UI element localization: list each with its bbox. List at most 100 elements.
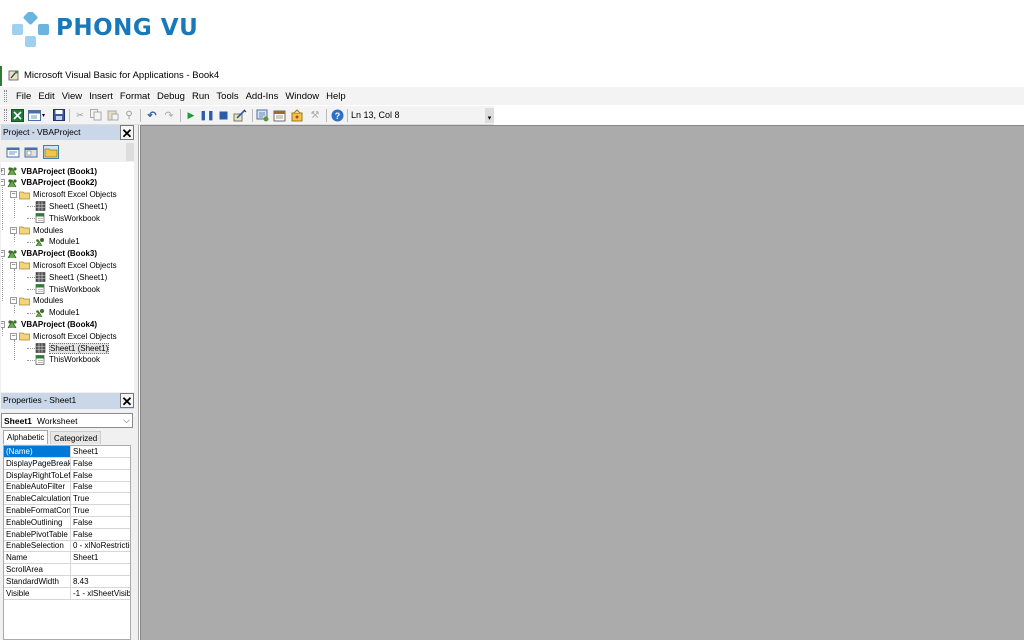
toolbar-grip[interactable]	[4, 109, 7, 121]
properties-window-icon[interactable]	[273, 108, 287, 122]
project-toolbar-scroll[interactable]	[126, 143, 134, 161]
close-icon[interactable]: ✕	[120, 393, 134, 409]
design-mode-icon[interactable]	[233, 108, 247, 122]
menu-edit[interactable]: Edit	[35, 87, 58, 105]
collapse-icon[interactable]: −	[1, 250, 5, 258]
menu-help[interactable]: Help	[323, 87, 350, 105]
tree-item[interactable]: Sheet1 (Sheet1)	[35, 342, 110, 354]
property-value[interactable]: False	[72, 470, 130, 481]
property-row[interactable]: Name Sheet1	[4, 552, 130, 565]
redo-icon[interactable]: ↷	[162, 108, 176, 122]
menu-add-ins[interactable]: Add-Ins	[243, 87, 283, 105]
save-icon[interactable]	[52, 108, 66, 122]
view-object-icon[interactable]	[23, 145, 39, 159]
property-row[interactable]: DisplayPageBreak False	[4, 457, 130, 470]
property-value[interactable]: Sheet1	[72, 446, 130, 457]
property-value[interactable]: False	[72, 481, 130, 492]
tree-item[interactable]: − Microsoft Excel Objects	[10, 259, 117, 271]
property-value[interactable]: 0 - xlNoRestrictio	[72, 540, 130, 551]
property-row[interactable]: ScrollArea	[4, 564, 130, 576]
property-value[interactable]: True	[72, 505, 130, 516]
project-explorer-icon[interactable]	[256, 108, 270, 122]
property-row[interactable]: Visible -1 - xlSheetVisib	[4, 587, 130, 600]
tree-item[interactable]: Module1	[35, 307, 80, 319]
undo-icon[interactable]: ↶	[145, 108, 159, 122]
view-excel-icon[interactable]	[10, 108, 24, 122]
property-value[interactable]: False	[72, 458, 130, 469]
properties-pane-header: Properties - Sheet1 ✕	[1, 393, 134, 409]
close-icon[interactable]: ✕	[120, 125, 134, 141]
insert-module-icon[interactable]	[27, 108, 41, 122]
tree-item-label: Microsoft Excel Objects	[33, 190, 117, 200]
property-row[interactable]: DisplayRightToLef False	[4, 469, 130, 482]
tree-item[interactable]: ThisWorkbook	[35, 354, 100, 366]
tree-item[interactable]: − Modules	[10, 224, 63, 236]
toolbar-options-button[interactable]: ▾	[485, 108, 494, 123]
insert-dropdown-icon[interactable]: ▾	[40, 108, 47, 122]
toolbox-icon[interactable]: ⚒	[308, 108, 322, 122]
run-icon[interactable]: ▶	[184, 108, 198, 122]
menu-run[interactable]: Run	[189, 87, 213, 105]
property-row[interactable]: EnableOutlining False	[4, 516, 130, 529]
tree-item[interactable]: − VBAProject (Book3)	[1, 248, 97, 260]
tree-item[interactable]: − Microsoft Excel Objects	[10, 330, 117, 342]
property-row[interactable]: EnableSelection 0 - xlNoRestrictio	[4, 540, 130, 553]
property-row[interactable]: StandardWidth 8.43	[4, 575, 130, 588]
property-value[interactable]: True	[72, 493, 130, 504]
menu-window[interactable]: Window	[282, 87, 323, 105]
break-icon[interactable]: ❚❚	[199, 108, 214, 122]
object-browser-icon[interactable]	[290, 108, 304, 122]
paste-icon[interactable]	[106, 108, 120, 122]
cut-icon[interactable]: ✂	[73, 108, 87, 122]
menubar-grip[interactable]	[4, 90, 7, 102]
menu-tools[interactable]: Tools	[213, 87, 242, 105]
tab-categorized[interactable]: Categorized	[50, 431, 102, 444]
collapse-icon[interactable]: −	[1, 179, 5, 187]
property-row[interactable]: EnablePivotTable False	[4, 528, 130, 541]
tab-alphabetic[interactable]: Alphabetic	[3, 430, 49, 444]
property-row[interactable]: (Name) Sheet1	[4, 446, 130, 458]
code-workspace[interactable]	[140, 125, 1024, 640]
tree-item[interactable]: − Microsoft Excel Objects	[10, 189, 117, 201]
view-code-icon[interactable]	[5, 145, 21, 159]
find-icon[interactable]: ⚲	[122, 108, 136, 122]
property-value[interactable]: Sheet1	[72, 552, 130, 563]
copy-icon[interactable]	[89, 108, 103, 122]
property-value[interactable]: 8.43	[72, 576, 130, 587]
toggle-folders-icon[interactable]	[43, 145, 59, 159]
tree-connector	[2, 257, 3, 301]
property-value[interactable]	[72, 564, 130, 575]
menu-format[interactable]: Format	[117, 87, 154, 105]
tree-item[interactable]: − VBAProject (Book4)	[1, 318, 97, 330]
collapse-icon[interactable]: −	[10, 261, 17, 269]
tree-item[interactable]: + VBAProject (Book1)	[1, 165, 97, 177]
help-icon[interactable]: ?	[330, 108, 344, 122]
tree-item[interactable]: − Modules	[10, 295, 63, 307]
tree-item[interactable]: ThisWorkbook	[35, 212, 100, 224]
tree-item[interactable]: − VBAProject (Book2)	[1, 177, 97, 189]
menu-file[interactable]: File	[13, 87, 35, 105]
property-row[interactable]: EnableAutoFilter False	[4, 481, 130, 494]
property-row[interactable]: EnableCalculation True	[4, 493, 130, 506]
cursor-position: Ln 13, Col 8	[351, 110, 400, 120]
tree-item-label: ThisWorkbook	[49, 213, 100, 223]
collapse-icon[interactable]: −	[1, 320, 5, 328]
tree-item[interactable]: Module1	[35, 236, 80, 248]
property-row[interactable]: EnableFormatCon True	[4, 505, 130, 517]
expand-icon[interactable]: +	[1, 167, 5, 175]
menu-insert[interactable]: Insert	[86, 87, 117, 105]
tree-item[interactable]: Sheet1 (Sheet1)	[35, 200, 107, 212]
collapse-icon[interactable]: −	[10, 332, 17, 340]
reset-icon[interactable]	[216, 108, 230, 122]
menu-view[interactable]: View	[59, 87, 86, 105]
object-select[interactable]: Sheet1 Worksheet ⌵	[1, 413, 133, 428]
property-value[interactable]: False	[72, 529, 130, 540]
menu-debug[interactable]: Debug	[154, 87, 189, 105]
tree-item[interactable]: Sheet1 (Sheet1)	[35, 271, 107, 283]
collapse-icon[interactable]: −	[10, 191, 17, 199]
property-value[interactable]: -1 - xlSheetVisib	[72, 588, 130, 599]
tree-item[interactable]: ThisWorkbook	[35, 283, 100, 295]
collapse-icon[interactable]: −	[10, 226, 17, 234]
property-value[interactable]: False	[72, 517, 130, 528]
collapse-icon[interactable]: −	[10, 297, 17, 305]
